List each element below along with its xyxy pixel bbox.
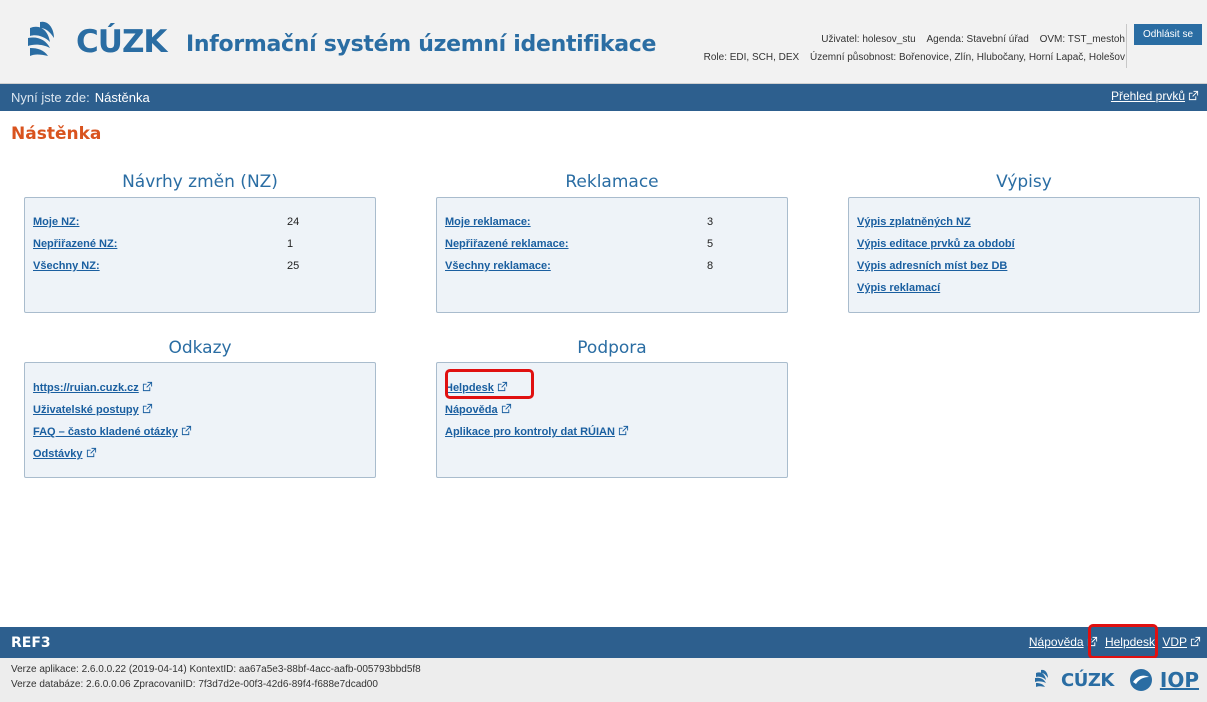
external-link-icon <box>1190 636 1201 647</box>
external-link-icon <box>618 425 629 436</box>
listing-addresses-without-db-link[interactable]: Výpis adresních míst bez DB <box>857 260 1007 272</box>
panel-listings: Výpis zplatněných NZ Výpis editace prvků… <box>848 197 1200 313</box>
my-nz-count: 24 <box>287 216 300 228</box>
breadcrumb: Nyní jste zde: Nástěnka Přehled prvků <box>0 84 1207 111</box>
user-name: Uživatel: holesov_stu <box>821 34 916 45</box>
app-header: CÚZK Informační systém územní identifika… <box>0 0 1207 84</box>
logout-button[interactable]: Odhlásit se <box>1134 24 1202 45</box>
footer-vdp-link[interactable]: VDP <box>1162 635 1201 649</box>
listing-row: Výpis zplatněných NZ <box>857 216 971 228</box>
listing-complaints-link[interactable]: Výpis reklamací <box>857 282 940 294</box>
complaints-row-mine: Moje reklamace: 3 <box>445 216 775 228</box>
user-info: Uživatel: holesov_stu Agenda: Stavební ú… <box>696 31 1125 67</box>
nz-row-unassigned: Nepřiřazené NZ: 1 <box>33 238 363 250</box>
unassigned-nz-link[interactable]: Nepřiřazené NZ: <box>33 238 117 250</box>
user-agenda: Agenda: Stavební úřad <box>926 34 1029 45</box>
support-row: Nápověda <box>445 403 512 416</box>
panel-nz: Moje NZ: 24 Nepřiřazené NZ: 1 Všechny NZ… <box>24 197 376 313</box>
app-version: Verze aplikace: 2.6.0.0.22 (2019-04-14) … <box>11 664 421 675</box>
ruian-checks-link-label: Aplikace pro kontroly dat RÚIAN <box>445 426 615 438</box>
footer-info: Verze aplikace: 2.6.0.0.22 (2019-04-14) … <box>0 658 1207 702</box>
all-complaints-link[interactable]: Všechny reklamace: <box>445 260 551 272</box>
complaints-row-all: Všechny reklamace: 8 <box>445 260 775 272</box>
faq-link-label: FAQ – často kladené otázky <box>33 426 178 438</box>
nz-row-mine: Moje NZ: 24 <box>33 216 363 228</box>
help-link-label: Nápověda <box>445 404 498 416</box>
all-nz-count: 25 <box>287 260 300 272</box>
links-row: FAQ – často kladené otázky <box>33 425 192 438</box>
outages-link-label: Odstávky <box>33 448 83 460</box>
links-row: Uživatelské postupy <box>33 403 153 416</box>
breadcrumb-current: Nástěnka <box>94 90 150 105</box>
section-title-complaints: Reklamace <box>565 172 659 192</box>
section-title-listings: Výpisy <box>996 172 1052 192</box>
listing-row: Výpis adresních míst bez DB <box>857 260 1007 272</box>
header-divider <box>1126 24 1127 68</box>
ruian-checks-link[interactable]: Aplikace pro kontroly dat RÚIAN <box>445 425 629 438</box>
all-complaints-count: 8 <box>707 260 714 272</box>
cuzk-logo[interactable]: CÚZK <box>26 18 167 66</box>
footer-logos: CÚZK IOP <box>1033 668 1199 692</box>
overview-link[interactable]: Přehled prvků <box>1111 89 1199 103</box>
unassigned-complaints-count: 5 <box>707 238 714 250</box>
iop-logo-link[interactable]: IOP <box>1160 668 1199 692</box>
user-guides-link[interactable]: Uživatelské postupy <box>33 403 153 416</box>
my-complaints-link[interactable]: Moje reklamace: <box>445 216 531 228</box>
unassigned-complaints-link[interactable]: Nepřiřazené reklamace: <box>445 238 569 250</box>
outages-link[interactable]: Odstávky <box>33 447 97 460</box>
faq-link[interactable]: FAQ – často kladené otázky <box>33 425 192 438</box>
footer-bar: REF3 Nápověda Helpdesk VDP <box>0 627 1207 658</box>
breadcrumb-prefix: Nyní jste zde: <box>11 90 90 105</box>
ruian-link-label: https://ruian.cuzk.cz <box>33 382 139 394</box>
all-nz-link[interactable]: Všechny NZ: <box>33 260 100 272</box>
panel-complaints: Moje reklamace: 3 Nepřiřazené reklamace:… <box>436 197 788 313</box>
help-link[interactable]: Nápověda <box>445 403 512 416</box>
section-title-nz: Návrhy změn (NZ) <box>122 172 278 192</box>
environment-label: REF3 <box>11 635 51 651</box>
user-ovm: OVM: TST_mestoh <box>1039 34 1125 45</box>
overview-link-label: Přehled prvků <box>1110 89 1185 103</box>
support-row: Aplikace pro kontroly dat RÚIAN <box>445 425 629 438</box>
user-role: Role: EDI, SCH, DEX <box>703 52 800 63</box>
user-territory: Územní působnost: Bořenovice, Zlín, Hlub… <box>810 52 1125 63</box>
nz-row-all: Všechny NZ: 25 <box>33 260 363 272</box>
my-complaints-count: 3 <box>707 216 714 228</box>
links-row: Odstávky <box>33 447 97 460</box>
footer-vdp-label: VDP <box>1162 635 1187 649</box>
app-title: Informační systém územní identifikace <box>186 32 657 57</box>
eu-swirl-icon <box>1129 669 1152 691</box>
external-link-icon <box>501 403 512 414</box>
external-link-icon <box>1188 90 1199 101</box>
listing-row: Výpis reklamací <box>857 282 940 294</box>
helpdesk-highlight-box <box>445 369 534 399</box>
footer-cuzk-logo[interactable]: CÚZK <box>1061 670 1114 691</box>
page-title: Nástěnka <box>11 124 102 144</box>
user-guides-link-label: Uživatelské postupy <box>33 404 139 416</box>
logo-text: CÚZK <box>76 24 167 60</box>
cuzk-wings-icon <box>28 21 54 56</box>
unassigned-nz-count: 1 <box>287 238 294 250</box>
panel-links: https://ruian.cuzk.cz Uživatelské postup… <box>24 362 376 478</box>
listing-edits-by-period-link[interactable]: Výpis editace prvků za období <box>857 238 1015 250</box>
my-nz-link[interactable]: Moje NZ: <box>33 216 79 228</box>
listing-row: Výpis editace prvků za období <box>857 238 1015 250</box>
external-link-icon <box>142 403 153 414</box>
listing-paid-nz-link[interactable]: Výpis zplatněných NZ <box>857 216 971 228</box>
cuzk-wings-icon <box>1035 669 1049 687</box>
ruian-link[interactable]: https://ruian.cuzk.cz <box>33 381 153 394</box>
external-link-icon <box>86 447 97 458</box>
section-title-links: Odkazy <box>168 338 232 358</box>
db-version: Verze databáze: 2.6.0.0.06 ZpracovaniID:… <box>11 679 378 690</box>
footer-help-label: Nápověda <box>1028 635 1084 649</box>
footer-helpdesk-highlight-box <box>1088 624 1158 659</box>
section-title-support: Podpora <box>577 338 647 358</box>
links-row: https://ruian.cuzk.cz <box>33 381 153 394</box>
external-link-icon <box>142 381 153 392</box>
external-link-icon <box>181 425 192 436</box>
complaints-row-unassigned: Nepřiřazené reklamace: 5 <box>445 238 775 250</box>
